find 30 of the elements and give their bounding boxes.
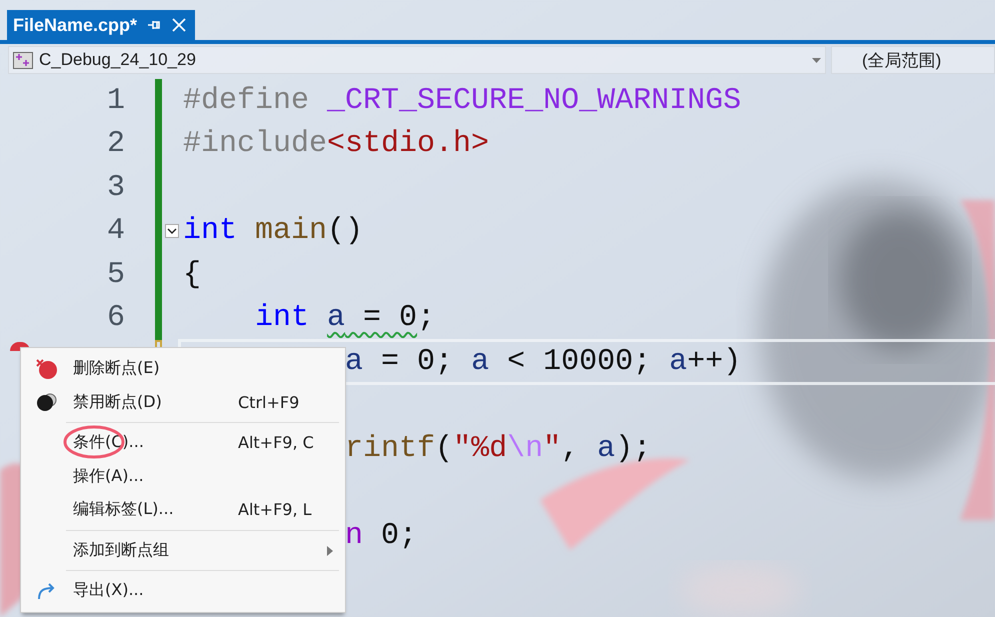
code-line: { xyxy=(183,258,202,292)
scope-dropdown[interactable]: (全局范围) xyxy=(831,46,995,74)
line-number: 2 xyxy=(106,127,125,162)
menu-item[interactable]: 操作(A)... xyxy=(21,460,345,493)
disable-breakpoint-icon xyxy=(36,392,58,412)
delete-breakpoint-icon xyxy=(35,358,59,380)
code-line: int a = 0; xyxy=(255,301,436,336)
menu-item[interactable]: 编辑标签(L)... Alt+F9, L xyxy=(21,493,345,526)
code-line: a = 0; a < 10000; a++) xyxy=(345,344,742,379)
line-number: 6 xyxy=(106,301,125,336)
line-number: 1 xyxy=(106,84,125,118)
line-number: 3 xyxy=(106,170,125,205)
code-line: #include<stdio.h> xyxy=(183,127,490,162)
code-line: #define _CRT_SECURE_NO_WARNINGS xyxy=(183,84,742,118)
line-number: 5 xyxy=(106,258,125,292)
close-icon[interactable] xyxy=(171,17,188,33)
line-number: 4 xyxy=(106,214,125,248)
collapse-icon[interactable] xyxy=(165,224,179,238)
menu-item[interactable]: 添加到断点组 xyxy=(21,534,345,567)
project-dropdown[interactable]: C_Debug_24_10_29 xyxy=(8,46,826,74)
code-line: n 0; xyxy=(345,518,418,553)
menu-item[interactable]: 导出(X)... xyxy=(21,574,345,608)
menu-item[interactable]: 删除断点(E) xyxy=(21,352,345,386)
project-icon xyxy=(13,52,33,68)
dropdown-arrow-icon xyxy=(812,58,821,62)
file-tab[interactable]: FileName.cpp* xyxy=(7,10,196,40)
menu-item[interactable]: 禁用断点(D) Ctrl+F9 xyxy=(21,386,345,419)
code-line: rintf("%d\n", a); xyxy=(345,432,652,466)
pin-icon[interactable] xyxy=(147,19,162,31)
code-line: int main() xyxy=(183,214,364,248)
